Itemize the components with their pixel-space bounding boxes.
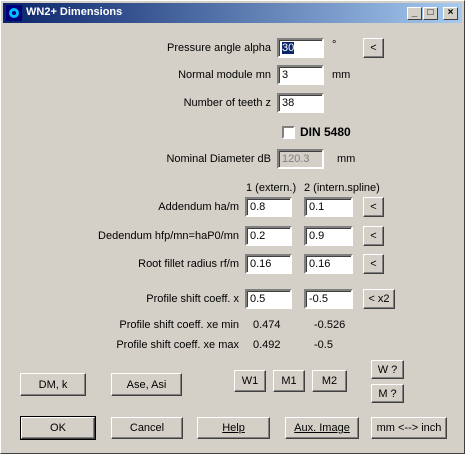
- addendum-reset-button[interactable]: <: [363, 197, 384, 217]
- num-teeth-input[interactable]: 38: [277, 93, 324, 113]
- root-fillet-int-input[interactable]: 0.16: [304, 254, 353, 274]
- xe-min-label: Profile shift coeff. xe min: [119, 319, 239, 331]
- addendum-ext-input[interactable]: 0.8: [245, 197, 292, 217]
- window-title: WN2+ Dimensions: [26, 6, 123, 18]
- xe-max-int-value: -0.5: [314, 339, 333, 351]
- close-button[interactable]: ×: [443, 7, 458, 20]
- dedendum-reset-button[interactable]: <: [363, 226, 384, 246]
- addendum-int-input[interactable]: 0.1: [304, 197, 353, 217]
- m1-button[interactable]: M1: [273, 370, 305, 392]
- profile-shift-int-input[interactable]: -0.5: [304, 289, 353, 309]
- din-5480-label: DIN 5480: [300, 125, 351, 139]
- degree-unit: °: [332, 39, 337, 51]
- xe-min-int-value: -0.526: [314, 319, 346, 331]
- num-teeth-label: Number of teeth z: [183, 97, 271, 109]
- dedendum-label: Dedendum hfp/mn=haP0/mn: [98, 230, 239, 242]
- title-bar[interactable]: WN2+ Dimensions _ □ ×: [3, 3, 462, 23]
- nominal-diameter-label: Nominal Diameter dB: [166, 153, 271, 165]
- pressure-angle-input[interactable]: 30: [277, 38, 324, 58]
- cancel-button[interactable]: Cancel: [111, 417, 183, 439]
- w1-button[interactable]: W1: [234, 370, 266, 392]
- normal-module-input[interactable]: 3: [277, 65, 324, 85]
- aux-image-button[interactable]: Aux. Image: [285, 417, 359, 439]
- nominal-diameter-unit: mm: [337, 153, 356, 165]
- addendum-label: Addendum ha/m: [158, 201, 239, 213]
- profile-shift-x2-button[interactable]: < x2: [363, 289, 395, 309]
- root-fillet-label: Root fillet radius rf/m: [138, 258, 239, 270]
- unit-toggle-button[interactable]: mm <--> inch: [371, 417, 447, 439]
- ok-button[interactable]: OK: [20, 416, 96, 440]
- maximize-button[interactable]: □: [423, 7, 438, 20]
- w-help-button[interactable]: W ?: [371, 360, 404, 379]
- pressure-angle-reset-button[interactable]: <: [363, 38, 384, 58]
- help-button[interactable]: Help: [197, 417, 270, 439]
- column-header-1: 1 (extern.): [246, 182, 297, 194]
- normal-module-label: Normal module mn: [178, 69, 271, 81]
- pressure-angle-label: Pressure angle alpha: [167, 42, 271, 54]
- normal-module-unit: mm: [332, 69, 351, 81]
- dedendum-int-input[interactable]: 0.9: [304, 226, 353, 246]
- root-fillet-reset-button[interactable]: <: [363, 254, 384, 274]
- profile-shift-ext-input[interactable]: 0.5: [245, 289, 292, 309]
- dedendum-ext-input[interactable]: 0.2: [245, 226, 292, 246]
- nominal-diameter-input: 120.3: [277, 149, 324, 169]
- m2-button[interactable]: M2: [312, 370, 347, 392]
- ase-asi-button[interactable]: Ase, Asi: [111, 373, 182, 396]
- m-help-button[interactable]: M ?: [371, 384, 404, 403]
- column-header-2: 2 (intern.spline): [304, 182, 380, 194]
- xe-min-ext-value: 0.474: [253, 319, 281, 331]
- xe-max-label: Profile shift coeff. xe max: [116, 339, 239, 351]
- din-5480-checkbox[interactable]: [282, 126, 295, 139]
- profile-shift-label: Profile shift coeff. x: [146, 293, 239, 305]
- dimensions-dialog: WN2+ Dimensions _ □ × Pressure angle alp…: [0, 0, 465, 454]
- app-gear-icon: [6, 5, 22, 21]
- minimize-button[interactable]: _: [407, 7, 422, 20]
- xe-max-ext-value: 0.492: [253, 339, 281, 351]
- root-fillet-ext-input[interactable]: 0.16: [245, 254, 292, 274]
- dm-k-button[interactable]: DM, k: [20, 373, 86, 396]
